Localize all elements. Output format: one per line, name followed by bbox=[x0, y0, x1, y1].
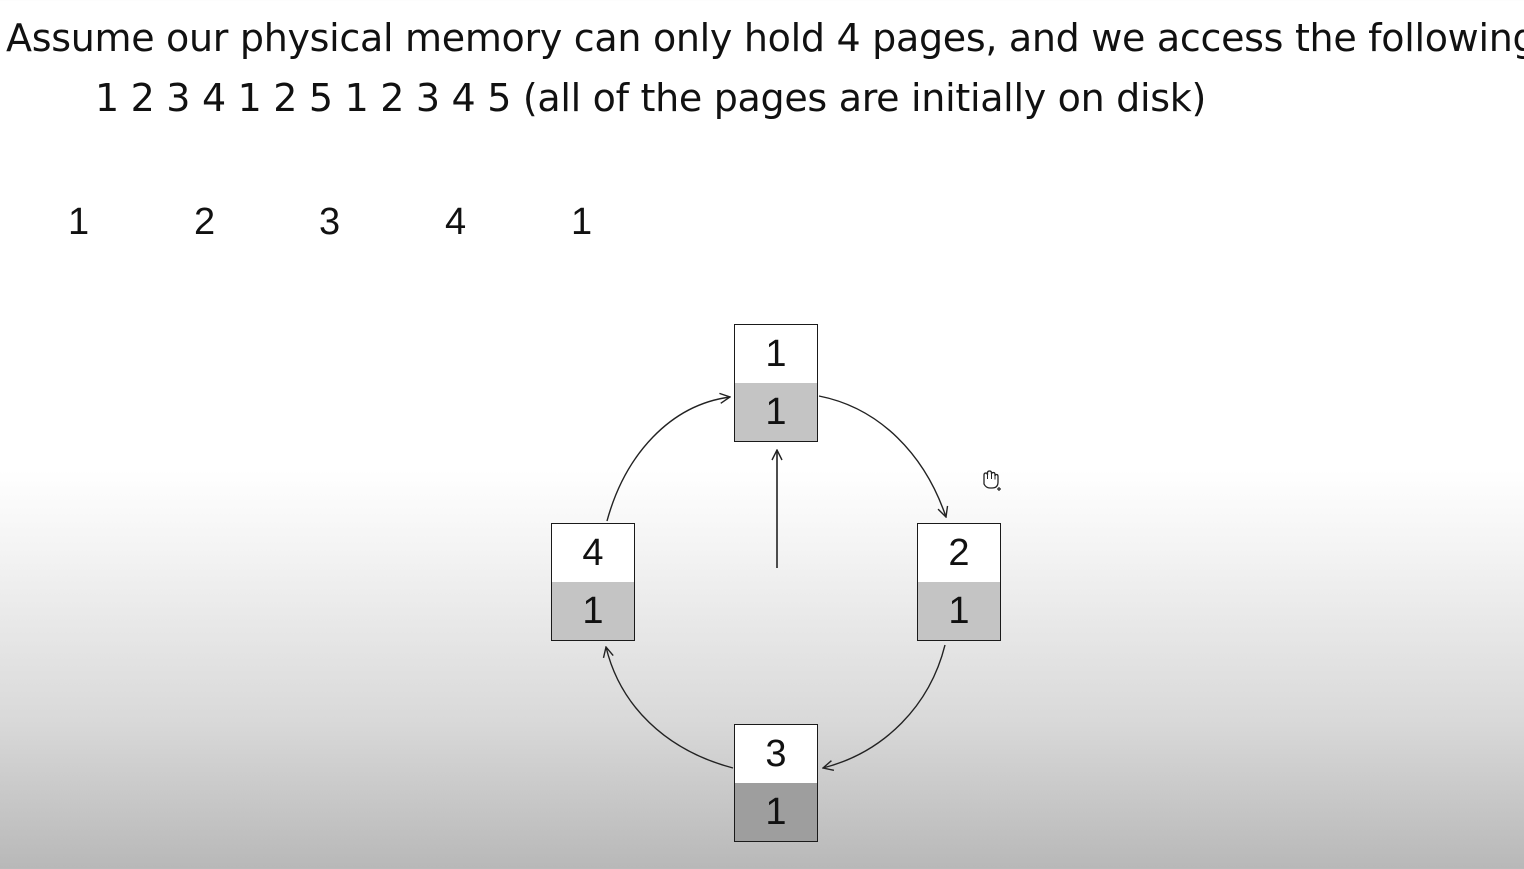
frame-1: 1 1 bbox=[734, 324, 818, 442]
frame-1-ref-bit: 1 bbox=[735, 383, 817, 441]
frame-1-page: 1 bbox=[735, 325, 817, 384]
frame-2-ref-bit: 1 bbox=[918, 582, 1000, 640]
frame-4-ref-bit: 1 bbox=[552, 582, 634, 640]
frame-3-page: 3 bbox=[735, 725, 817, 784]
hand-grab-icon bbox=[983, 470, 1001, 491]
frame-2: 2 1 bbox=[917, 523, 1001, 641]
frame-3-ref-bit: 1 bbox=[735, 783, 817, 841]
arrow-1-to-2 bbox=[818, 395, 946, 517]
frame-4: 4 1 bbox=[551, 523, 635, 641]
arrow-4-to-1 bbox=[606, 397, 730, 522]
arrow-3-to-4 bbox=[606, 647, 734, 769]
frame-3: 3 1 bbox=[734, 724, 818, 842]
arrow-2-to-3 bbox=[823, 644, 946, 768]
frame-4-page: 4 bbox=[552, 524, 634, 583]
frame-2-page: 2 bbox=[918, 524, 1000, 583]
